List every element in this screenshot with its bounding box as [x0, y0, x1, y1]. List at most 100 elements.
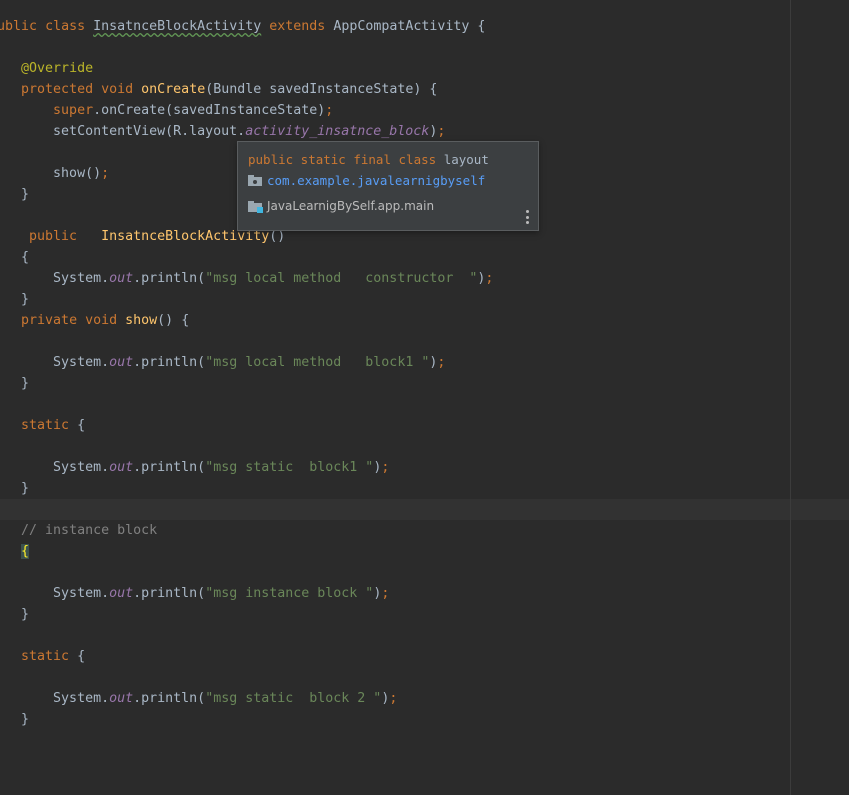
code-line-close-brace[interactable]: } — [0, 709, 29, 730]
keyword-static: static — [21, 649, 70, 664]
method-name-oncreate: onCreate — [141, 82, 206, 97]
system-class: System. — [53, 460, 110, 475]
code-editor[interactable]: public class InsatnceBlockActivity exten… — [0, 0, 849, 795]
println-call: .println( — [133, 460, 206, 475]
brace: } — [21, 187, 30, 202]
out-field: out — [109, 691, 134, 706]
code-line-println-static2[interactable]: System.out.println("msg static block 2 "… — [0, 688, 397, 709]
set-content-call: setContentView(R.layout. — [53, 124, 246, 139]
code-line-set-content-view[interactable]: setContentView(R.layout.activity_insatnc… — [0, 121, 445, 142]
vertical-ellipsis-icon[interactable] — [524, 210, 530, 224]
string-literal: "msg static block1 " — [205, 460, 374, 475]
doc-signature: public static final class layout — [248, 152, 489, 167]
out-field: out — [109, 271, 134, 286]
module-name: JavaLearnigBySelf.app.main — [267, 199, 435, 213]
code-line-comment[interactable]: // instance block — [0, 520, 157, 541]
brace: } — [21, 712, 30, 727]
code-line-show-call[interactable]: show(); — [0, 163, 109, 184]
constructor-name: InsatnceBlockActivity — [101, 229, 270, 244]
current-line-highlight — [0, 499, 849, 520]
semicolon: ; — [437, 124, 446, 139]
semicolon: ; — [381, 460, 390, 475]
code-line-println-constructor[interactable]: System.out.println("msg local method con… — [0, 268, 493, 289]
semicolon: ; — [325, 103, 334, 118]
doc-signature-keywords: public static final class — [248, 152, 437, 167]
parens: () — [269, 229, 286, 244]
brace: { — [77, 649, 86, 664]
method-name-show: show — [125, 313, 158, 328]
println-call: .println( — [133, 586, 206, 601]
code-line-show-decl[interactable]: private void show() { — [0, 310, 189, 331]
system-class: System. — [53, 691, 110, 706]
string-literal: "msg local method block1 " — [205, 355, 430, 370]
keyword-void: void — [85, 313, 118, 328]
code-line-oncreate-decl[interactable]: protected void onCreate(Bundle savedInst… — [0, 79, 437, 100]
keyword-class: class — [45, 19, 86, 34]
method-params: () { — [157, 313, 190, 328]
quick-doc-popup[interactable]: public static final class layout com.exa… — [237, 141, 539, 231]
semicolon: ; — [381, 586, 390, 601]
code-line-open-brace[interactable]: { — [0, 247, 29, 268]
println-call: .println( — [133, 691, 206, 706]
semicolon: ; — [389, 691, 398, 706]
package-link[interactable]: com.example.javalearnigbyself — [267, 173, 485, 188]
system-class: System. — [53, 271, 110, 286]
annotation-override: @Override — [21, 61, 94, 76]
code-line-static-block-2[interactable]: static { — [0, 646, 85, 667]
println-call: .println( — [133, 355, 206, 370]
code-line-close-brace[interactable]: } — [0, 604, 29, 625]
brace: { — [77, 418, 86, 433]
brace: { — [21, 250, 30, 265]
keyword-static: static — [21, 418, 70, 433]
right-margin-guide — [790, 0, 791, 795]
code-line-close-brace[interactable]: } — [0, 289, 29, 310]
module-folder-icon — [248, 200, 263, 213]
code-line-close-brace[interactable]: } — [0, 184, 29, 205]
doc-package-row[interactable]: com.example.javalearnigbyself — [248, 173, 485, 188]
keyword-protected: protected — [21, 82, 94, 97]
code-line-println-instance[interactable]: System.out.println("msg instance block "… — [0, 583, 389, 604]
semicolon: ; — [101, 166, 110, 181]
keyword-void: void — [101, 82, 134, 97]
string-literal: "msg static block 2 " — [205, 691, 382, 706]
code-line-super-call[interactable]: super.onCreate(savedInstanceState); — [0, 100, 333, 121]
keyword-public: public — [0, 19, 38, 34]
layout-field: activity_insatnce_block — [245, 124, 430, 139]
package-folder-icon — [248, 175, 262, 186]
code-line-override[interactable]: @Override — [0, 58, 93, 79]
keyword-private: private — [21, 313, 78, 328]
semicolon: ; — [437, 355, 446, 370]
system-class: System. — [53, 355, 110, 370]
code-line-close-brace[interactable]: } — [0, 373, 29, 394]
comment: // instance block — [21, 523, 158, 538]
code-line-close-brace[interactable]: } — [0, 478, 29, 499]
super-call-text: .onCreate(savedInstanceState) — [93, 103, 326, 118]
parent-class-name: AppCompatActivity — [333, 19, 470, 34]
code-line-class-declaration[interactable]: public class InsatnceBlockActivity exten… — [0, 16, 485, 37]
brace: } — [21, 607, 30, 622]
doc-signature-name: layout — [443, 152, 489, 167]
matched-brace: { — [21, 544, 30, 559]
class-name: InsatnceBlockActivity — [93, 19, 262, 34]
brace: } — [21, 376, 30, 391]
out-field: out — [109, 460, 134, 475]
code-line-instance-open-brace[interactable]: { — [0, 541, 30, 562]
out-field: out — [109, 586, 134, 601]
brace: { — [477, 19, 486, 34]
code-line-static-block-1[interactable]: static { — [0, 415, 85, 436]
code-line-println-static1[interactable]: System.out.println("msg static block1 ")… — [0, 457, 389, 478]
string-literal: "msg instance block " — [205, 586, 374, 601]
semicolon: ; — [485, 271, 494, 286]
brace: } — [21, 481, 30, 496]
method-params: (Bundle savedInstanceState) { — [205, 82, 438, 97]
doc-module-row: JavaLearnigBySelf.app.main — [248, 199, 434, 213]
code-line-println-block1[interactable]: System.out.println("msg local method blo… — [0, 352, 445, 373]
keyword-extends: extends — [269, 19, 326, 34]
out-field: out — [109, 355, 134, 370]
system-class: System. — [53, 586, 110, 601]
show-call: show() — [53, 166, 102, 181]
keyword-public: public — [29, 229, 78, 244]
string-literal: "msg local method constructor " — [205, 271, 478, 286]
brace: } — [21, 292, 30, 307]
keyword-super: super — [53, 103, 94, 118]
